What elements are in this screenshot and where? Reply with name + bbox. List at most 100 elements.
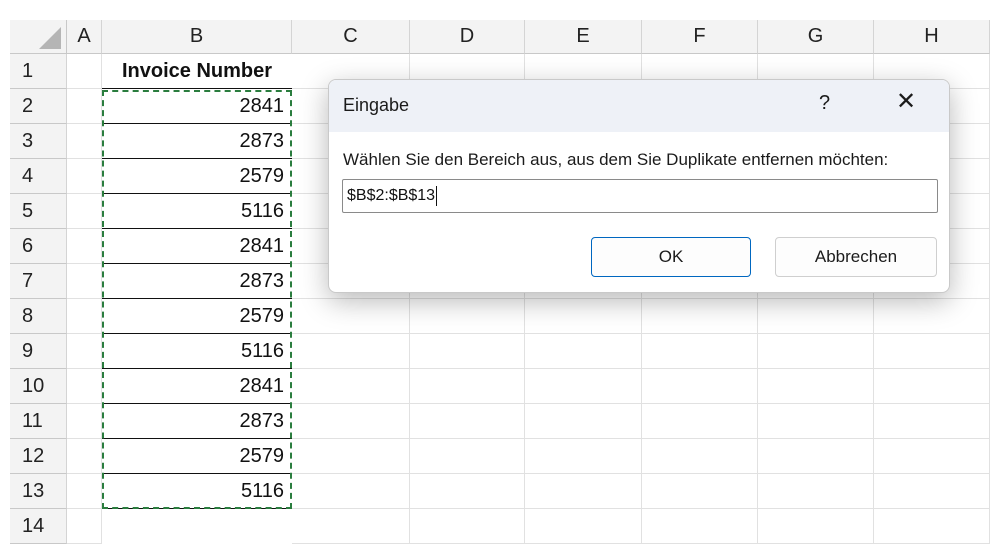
column-header-b[interactable]: B bbox=[102, 20, 292, 54]
grid-cell[interactable] bbox=[67, 474, 102, 509]
cell-b6[interactable]: 2841 bbox=[102, 229, 292, 264]
row-header-8[interactable]: 8 bbox=[10, 299, 67, 334]
dialog-title-bar[interactable]: Eingabe ? ✕ bbox=[329, 80, 949, 132]
select-all-corner[interactable] bbox=[10, 20, 67, 54]
grid-cell[interactable] bbox=[758, 404, 874, 439]
grid-cell[interactable] bbox=[410, 404, 525, 439]
grid-cell[interactable] bbox=[874, 299, 990, 334]
cell-b3[interactable]: 2873 bbox=[102, 124, 292, 159]
grid-cell[interactable] bbox=[67, 299, 102, 334]
row-header-1[interactable]: 1 bbox=[10, 54, 67, 89]
dialog-title: Eingabe bbox=[343, 95, 410, 115]
grid-cell[interactable] bbox=[874, 334, 990, 369]
grid-cell[interactable] bbox=[67, 264, 102, 299]
grid-cell[interactable] bbox=[292, 334, 410, 369]
grid-cell[interactable] bbox=[758, 439, 874, 474]
cancel-button[interactable]: Abbrechen bbox=[775, 237, 937, 277]
cell-b9[interactable]: 5116 bbox=[102, 334, 292, 369]
grid-cell[interactable] bbox=[67, 439, 102, 474]
grid-cell[interactable] bbox=[67, 159, 102, 194]
grid-cell[interactable] bbox=[525, 439, 642, 474]
grid-cell[interactable] bbox=[874, 474, 990, 509]
grid-cell[interactable] bbox=[758, 509, 874, 544]
grid-cell[interactable] bbox=[67, 194, 102, 229]
grid-cell[interactable] bbox=[292, 474, 410, 509]
grid-cell[interactable] bbox=[758, 299, 874, 334]
grid-cell[interactable] bbox=[758, 369, 874, 404]
grid-cell[interactable] bbox=[642, 299, 758, 334]
cell-b8[interactable]: 2579 bbox=[102, 299, 292, 334]
grid-cell[interactable] bbox=[525, 509, 642, 544]
grid-cell[interactable] bbox=[525, 404, 642, 439]
cell-b11[interactable]: 2873 bbox=[102, 404, 292, 439]
grid-cell[interactable] bbox=[642, 404, 758, 439]
grid-cell[interactable] bbox=[67, 54, 102, 89]
grid-cell[interactable] bbox=[874, 509, 990, 544]
grid-cell[interactable] bbox=[67, 334, 102, 369]
grid-cell[interactable] bbox=[758, 474, 874, 509]
grid-cell[interactable] bbox=[67, 124, 102, 159]
grid-cell[interactable] bbox=[292, 509, 410, 544]
input-dialog: Eingabe ? ✕ Wählen Sie den Bereich aus, … bbox=[328, 79, 950, 293]
row-header-12[interactable]: 12 bbox=[10, 439, 67, 474]
grid-cell[interactable] bbox=[642, 509, 758, 544]
grid-cell[interactable] bbox=[292, 369, 410, 404]
column-header-e[interactable]: E bbox=[525, 20, 642, 54]
row-header-14[interactable]: 14 bbox=[10, 509, 67, 544]
cell-b12[interactable]: 2579 bbox=[102, 439, 292, 474]
row-header-10[interactable]: 10 bbox=[10, 369, 67, 404]
grid-cell[interactable] bbox=[410, 299, 525, 334]
row-header-6[interactable]: 6 bbox=[10, 229, 67, 264]
help-icon[interactable]: ? bbox=[819, 92, 830, 115]
row-header-4[interactable]: 4 bbox=[10, 159, 67, 194]
cell-b13[interactable]: 5116 bbox=[102, 474, 292, 509]
cell-b1-header[interactable]: Invoice Number bbox=[102, 54, 292, 89]
grid-cell[interactable] bbox=[67, 229, 102, 264]
grid-cell[interactable] bbox=[292, 439, 410, 474]
cell-b7[interactable]: 2873 bbox=[102, 264, 292, 299]
column-header-h[interactable]: H bbox=[874, 20, 990, 54]
grid-cell[interactable] bbox=[67, 509, 102, 544]
column-header-a[interactable]: A bbox=[67, 20, 102, 54]
grid-cell[interactable] bbox=[410, 369, 525, 404]
grid-cell[interactable] bbox=[642, 474, 758, 509]
row-header-5[interactable]: 5 bbox=[10, 194, 67, 229]
grid-cell[interactable] bbox=[642, 334, 758, 369]
cell-b4[interactable]: 2579 bbox=[102, 159, 292, 194]
grid-cell[interactable] bbox=[67, 89, 102, 124]
ok-button[interactable]: OK bbox=[591, 237, 751, 277]
column-header-d[interactable]: D bbox=[410, 20, 525, 54]
cell-b10[interactable]: 2841 bbox=[102, 369, 292, 404]
grid-cell[interactable] bbox=[410, 334, 525, 369]
column-header-g[interactable]: G bbox=[758, 20, 874, 54]
grid-cell[interactable] bbox=[525, 369, 642, 404]
row-header-9[interactable]: 9 bbox=[10, 334, 67, 369]
grid-cell[interactable] bbox=[292, 299, 410, 334]
grid-cell[interactable] bbox=[67, 404, 102, 439]
row-header-11[interactable]: 11 bbox=[10, 404, 67, 439]
grid-cell[interactable] bbox=[874, 439, 990, 474]
row-header-3[interactable]: 3 bbox=[10, 124, 67, 159]
grid-cell[interactable] bbox=[642, 439, 758, 474]
range-input[interactable]: $B$2:$B$13 bbox=[342, 179, 938, 213]
grid-cell[interactable] bbox=[525, 474, 642, 509]
grid-cell[interactable] bbox=[874, 369, 990, 404]
grid-cell[interactable] bbox=[67, 369, 102, 404]
row-header-7[interactable]: 7 bbox=[10, 264, 67, 299]
grid-cell[interactable] bbox=[525, 334, 642, 369]
grid-cell[interactable] bbox=[410, 474, 525, 509]
cell-b5[interactable]: 5116 bbox=[102, 194, 292, 229]
row-header-13[interactable]: 13 bbox=[10, 474, 67, 509]
grid-cell[interactable] bbox=[525, 299, 642, 334]
grid-cell[interactable] bbox=[758, 334, 874, 369]
grid-cell[interactable] bbox=[410, 509, 525, 544]
close-icon[interactable]: ✕ bbox=[896, 90, 916, 114]
grid-cell[interactable] bbox=[292, 404, 410, 439]
column-header-f[interactable]: F bbox=[642, 20, 758, 54]
grid-cell[interactable] bbox=[874, 404, 990, 439]
column-header-c[interactable]: C bbox=[292, 20, 410, 54]
grid-cell[interactable] bbox=[642, 369, 758, 404]
grid-cell[interactable] bbox=[410, 439, 525, 474]
cell-b2[interactable]: 2841 bbox=[102, 89, 292, 124]
row-header-2[interactable]: 2 bbox=[10, 89, 67, 124]
